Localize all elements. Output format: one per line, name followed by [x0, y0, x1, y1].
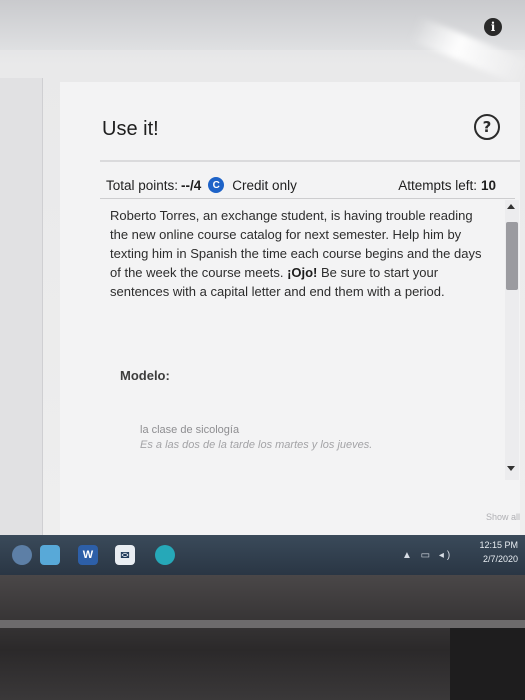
attempts-left-value: 10 — [480, 177, 496, 193]
assignment-meta-row: Total points: --/4 C Credit only Attempt… — [106, 174, 496, 196]
modelo-label: Modelo: — [120, 368, 170, 383]
example-answer: Es a las dos de la tarde los martes y lo… — [140, 439, 373, 451]
total-points-label: Total points: — [106, 177, 179, 193]
content-scrollbar[interactable] — [505, 200, 519, 480]
show-all-link[interactable]: Show all — [486, 512, 520, 522]
windows-taskbar: W ✉ ▲ ▭ ◂) 12:15 PM 2/7/2020 — [0, 535, 525, 575]
instructions-text: Roberto Torres, an exchange student, is … — [110, 206, 482, 301]
total-points-value: --/4 — [181, 177, 202, 193]
page-title: Use it! — [102, 118, 159, 140]
file-explorer-icon[interactable] — [40, 545, 60, 565]
mail-icon[interactable]: ✉ — [115, 545, 135, 565]
scroll-down-arrow-icon[interactable] — [507, 466, 515, 471]
scroll-up-arrow-icon[interactable] — [507, 204, 515, 209]
system-tray-icons[interactable]: ▲ ▭ ◂) — [402, 550, 453, 561]
activity-panel — [60, 82, 520, 535]
info-icon[interactable]: i — [484, 18, 502, 36]
help-icon[interactable]: ? — [474, 114, 500, 140]
attempts-left-label: Attempts left: — [398, 177, 477, 193]
scroll-thumb[interactable] — [506, 222, 518, 290]
start-orb-icon[interactable] — [12, 545, 32, 565]
credit-badge-icon: C — [208, 177, 225, 193]
content-divider — [100, 198, 515, 199]
taskbar-clock-time[interactable]: 12:15 PM — [474, 540, 518, 550]
laptop-hinge — [0, 620, 525, 628]
taskbar-clock-date[interactable]: 2/7/2020 — [474, 554, 518, 564]
left-sidebar — [0, 78, 43, 535]
credit-only-label: Credit only — [232, 177, 297, 193]
header-divider — [100, 160, 520, 162]
ojo-emphasis: ¡Ojo! — [287, 265, 318, 280]
screen: i Use it! ? Total points: --/4 C Credit … — [0, 0, 525, 535]
browser-icon[interactable] — [155, 545, 175, 565]
example-prompt: la clase de sicología — [140, 424, 240, 436]
laptop-bezel — [0, 575, 525, 700]
laptop-edge — [450, 628, 525, 700]
word-icon[interactable]: W — [78, 545, 98, 565]
